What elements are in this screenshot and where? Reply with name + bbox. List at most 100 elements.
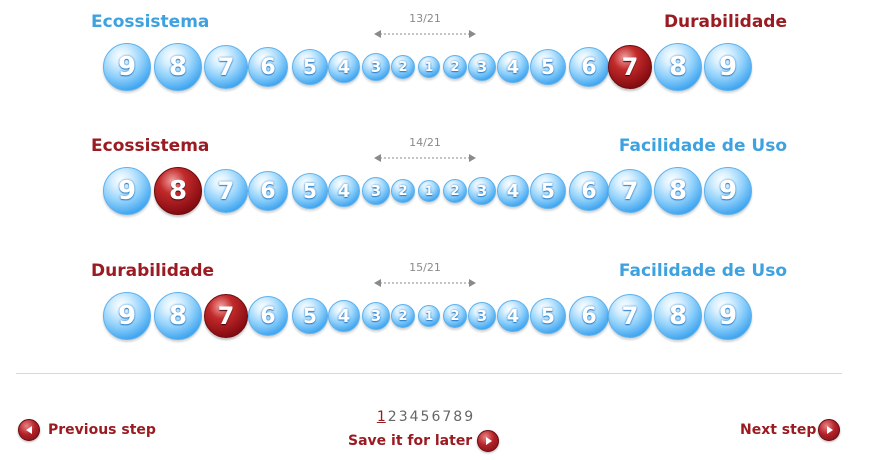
save-later-button[interactable]: Save it for later: [348, 430, 500, 452]
rating-ball-number: 4: [328, 51, 360, 83]
rating-ball[interactable]: 2: [443, 179, 467, 203]
rating-ball[interactable]: 2: [443, 55, 467, 79]
rating-ball[interactable]: 3: [468, 53, 496, 81]
rating-ball-number: 2: [443, 55, 467, 79]
rating-ball[interactable]: 8: [154, 292, 202, 340]
double-arrow-icon: [374, 154, 476, 162]
rating-ball[interactable]: 5: [530, 173, 566, 209]
rating-ball-number: 3: [468, 302, 496, 330]
rating-ball[interactable]: 4: [328, 175, 360, 207]
double-arrow-icon: [374, 279, 476, 287]
rating-ball[interactable]: 6: [569, 47, 609, 87]
comparison-row: Durabilidade Facilidade de Uso 15/21 9 8 7 6 5 4…: [0, 261, 870, 371]
step-counter: 15/21: [374, 261, 476, 287]
page-link[interactable]: 8: [453, 409, 462, 425]
next-step-label: Next step: [740, 422, 817, 438]
rating-ball[interactable]: 2: [443, 304, 467, 328]
rating-ball[interactable]: 7: [204, 45, 248, 89]
rating-ball-number: 7: [608, 45, 652, 89]
rating-ball[interactable]: 9: [704, 43, 752, 91]
rating-ball[interactable]: 4: [328, 51, 360, 83]
rating-ball-number: 2: [391, 179, 415, 203]
rating-ball[interactable]: 7: [204, 294, 248, 338]
rating-ball-number: 8: [154, 292, 202, 340]
rating-ball-number: 9: [103, 167, 151, 215]
rating-ball-number: 8: [154, 167, 202, 215]
rating-ball-number: 2: [443, 179, 467, 203]
left-criterion-label: Ecossistema: [91, 12, 210, 32]
rating-ball[interactable]: 7: [608, 45, 652, 89]
rating-ball[interactable]: 4: [497, 175, 529, 207]
rating-ball[interactable]: 4: [328, 300, 360, 332]
rating-ball-number: 6: [248, 47, 288, 87]
rating-ball[interactable]: 5: [292, 49, 328, 85]
page-link[interactable]: 4: [410, 409, 419, 425]
next-step-button[interactable]: Next step: [740, 419, 841, 441]
rating-ball[interactable]: 9: [103, 292, 151, 340]
page-link[interactable]: 2: [388, 409, 397, 425]
rating-ball[interactable]: 5: [292, 173, 328, 209]
rating-ball[interactable]: 2: [391, 55, 415, 79]
rating-ball[interactable]: 4: [497, 300, 529, 332]
rating-ball[interactable]: 4: [497, 51, 529, 83]
page-link[interactable]: 1: [377, 409, 386, 425]
rating-ball[interactable]: 9: [103, 167, 151, 215]
rating-ball[interactable]: 5: [292, 298, 328, 334]
rating-ball[interactable]: 1: [418, 305, 440, 327]
rating-ball[interactable]: 7: [608, 169, 652, 213]
right-criterion-label: Facilidade de Uso: [618, 261, 787, 281]
rating-ball-number: 9: [103, 43, 151, 91]
rating-ball-number: 8: [654, 292, 702, 340]
rating-ball-number: 1: [418, 305, 440, 327]
rating-ball[interactable]: 8: [154, 167, 202, 215]
rating-ball-number: 6: [248, 296, 288, 336]
rating-ball[interactable]: 9: [704, 167, 752, 215]
rating-ball-number: 7: [204, 169, 248, 213]
rating-ball-number: 2: [391, 304, 415, 328]
rating-ball-number: 6: [569, 296, 609, 336]
page-link[interactable]: 6: [431, 409, 440, 425]
step-counter-text: 14/21: [409, 136, 441, 149]
rating-ball-number: 6: [569, 47, 609, 87]
rating-ball[interactable]: 9: [103, 43, 151, 91]
rating-ball-number: 9: [704, 292, 752, 340]
double-arrow-icon: [374, 30, 476, 38]
rating-ball[interactable]: 5: [530, 298, 566, 334]
rating-ball[interactable]: 3: [468, 177, 496, 205]
step-counter: 14/21: [374, 136, 476, 162]
rating-ball-number: 1: [418, 180, 440, 202]
rating-ball[interactable]: 1: [418, 56, 440, 78]
rating-ball[interactable]: 6: [569, 296, 609, 336]
rating-ball[interactable]: 8: [654, 43, 702, 91]
rating-ball[interactable]: 6: [248, 296, 288, 336]
rating-ball[interactable]: 7: [608, 294, 652, 338]
rating-ball-number: 1: [418, 56, 440, 78]
arrow-right-circle-icon: [818, 419, 841, 441]
rating-ball[interactable]: 5: [530, 49, 566, 85]
rating-ball-number: 7: [608, 294, 652, 338]
rating-ball-number: 4: [497, 175, 529, 207]
rating-ball-number: 3: [468, 53, 496, 81]
rating-ball[interactable]: 2: [391, 179, 415, 203]
rating-ball[interactable]: 3: [362, 177, 390, 205]
rating-ball[interactable]: 8: [654, 167, 702, 215]
rating-ball[interactable]: 8: [154, 43, 202, 91]
rating-ball[interactable]: 6: [248, 171, 288, 211]
page-link[interactable]: 5: [421, 409, 430, 425]
page-link[interactable]: 7: [442, 409, 451, 425]
rating-ball[interactable]: 6: [569, 171, 609, 211]
rating-ball[interactable]: 9: [704, 292, 752, 340]
rating-ball[interactable]: 8: [654, 292, 702, 340]
page-link[interactable]: 3: [399, 409, 408, 425]
rating-ball[interactable]: 2: [391, 304, 415, 328]
rating-ball-number: 7: [204, 45, 248, 89]
rating-ball[interactable]: 1: [418, 180, 440, 202]
rating-ball[interactable]: 3: [362, 53, 390, 81]
save-later-label: Save it for later: [348, 433, 473, 449]
page-link[interactable]: 9: [464, 409, 473, 425]
rating-ball[interactable]: 7: [204, 169, 248, 213]
left-criterion-label: Ecossistema: [91, 136, 210, 156]
rating-ball[interactable]: 3: [362, 302, 390, 330]
rating-ball[interactable]: 3: [468, 302, 496, 330]
rating-ball[interactable]: 6: [248, 47, 288, 87]
